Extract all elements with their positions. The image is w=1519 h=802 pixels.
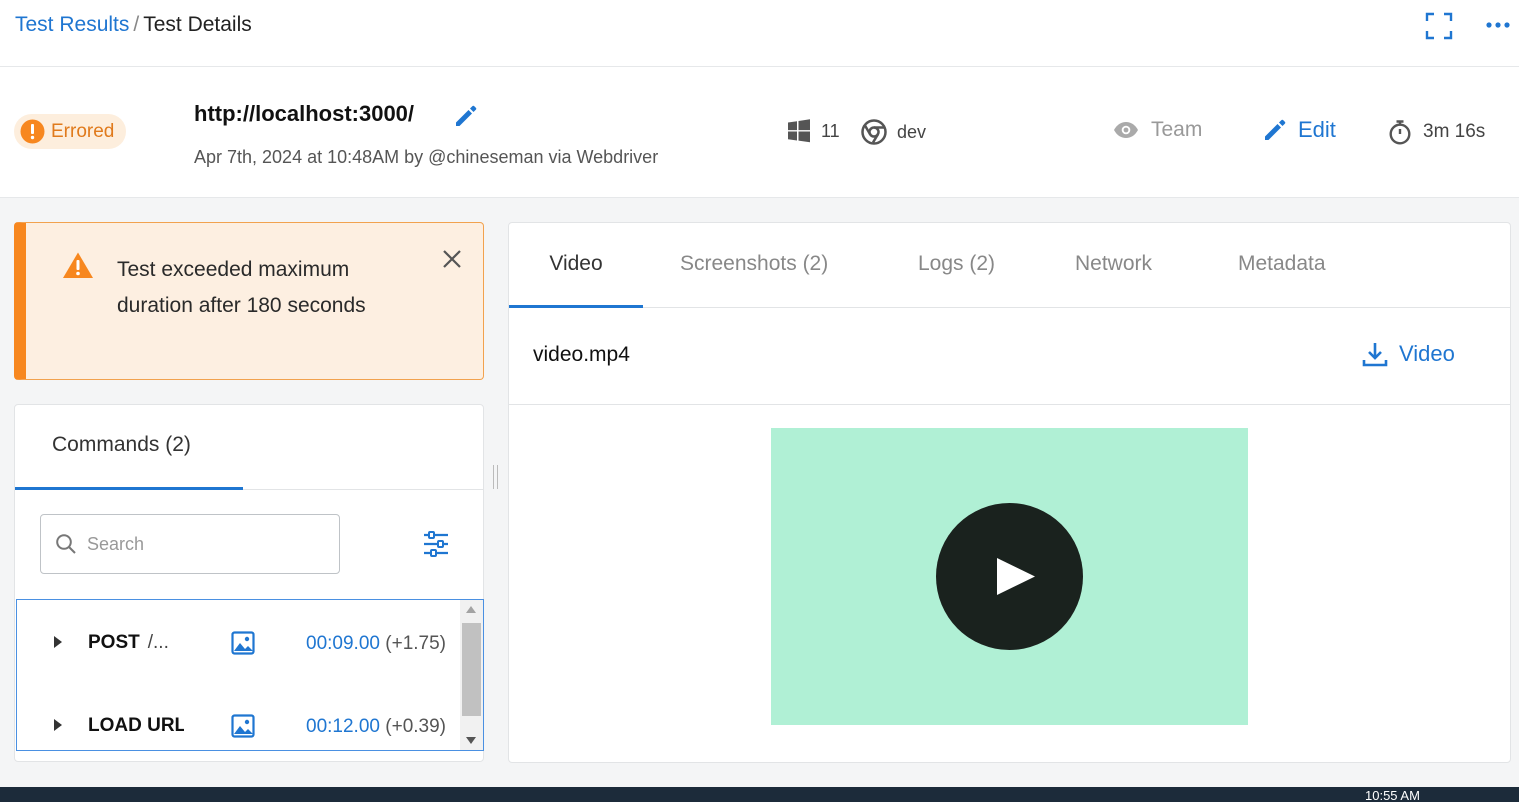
taskbar-clock: 10:55 AM (1365, 788, 1420, 802)
breadcrumb-separator: / (133, 13, 140, 36)
eye-icon (1114, 122, 1138, 138)
caret-right-icon[interactable] (53, 635, 63, 649)
os-info: 11 (787, 119, 840, 143)
search-input[interactable] (87, 533, 317, 555)
duration-value: 3m 16s (1423, 121, 1486, 142)
breadcrumb-test-results-link[interactable]: Test Results (15, 13, 129, 36)
command-timestamp[interactable]: 00:12.00 (306, 716, 380, 737)
scroll-down-arrow[interactable] (466, 737, 476, 744)
test-meta: Apr 7th, 2024 at 10:48AM by @chineseman … (194, 147, 659, 167)
edit-button[interactable]: Edit (1262, 117, 1336, 143)
error-icon (20, 119, 45, 144)
command-delta: (+1.75) (385, 633, 446, 654)
breadcrumb-bar: Test Results / Test Details (0, 0, 1519, 67)
tab-metadata[interactable]: Metadata (1238, 223, 1326, 308)
command-row[interactable]: LOAD URL 00:12.00 (+0.39) (17, 706, 461, 746)
command-path: /... (147, 632, 169, 653)
video-player[interactable] (771, 428, 1248, 725)
test-url: http://localhost:3000/ (194, 101, 415, 126)
test-duration: 3m 16s (1387, 119, 1485, 145)
command-row[interactable]: POST /... 00:09.00 (+1.75) (17, 623, 461, 663)
play-button[interactable] (936, 503, 1083, 650)
panel-resize-handle[interactable] (492, 465, 500, 489)
play-icon (997, 558, 1035, 595)
tab-screenshots[interactable]: Screenshots (2) (680, 223, 828, 308)
command-delta: (+0.39) (385, 716, 446, 737)
alert-message: Test exceeded maximum duration after 180… (117, 258, 366, 317)
command-time: 00:12.00 (+0.39) (306, 716, 446, 738)
command-method: POST (88, 632, 140, 653)
command-name: LOAD URL (88, 715, 184, 737)
browser-info: dev (861, 119, 926, 145)
video-filename: video.mp4 (533, 343, 630, 366)
tab-logs[interactable]: Logs (2) (918, 223, 995, 308)
test-header: Errored http://localhost:3000/ Apr 7th, … (0, 67, 1519, 198)
screenshot-icon[interactable] (231, 714, 255, 738)
tab-network[interactable]: Network (1075, 223, 1152, 308)
media-panel: Video Screenshots (2) Logs (2) Network M… (508, 222, 1511, 763)
chrome-icon (861, 119, 887, 145)
screenshot-icon[interactable] (231, 631, 255, 655)
media-tabbar: Video Screenshots (2) Logs (2) Network M… (509, 223, 1510, 308)
breadcrumb-current: Test Details (143, 13, 252, 36)
status-badge: Errored (14, 114, 127, 149)
os-taskbar: 10:55 AM (0, 787, 1519, 802)
scroll-up-arrow[interactable] (466, 606, 476, 613)
command-list: POST /... 00:09.00 (+1.75) LOAD URL 00:12… (16, 599, 484, 751)
command-name: POST /... (88, 632, 169, 654)
edit-name-pencil-icon[interactable] (453, 103, 479, 129)
pencil-icon (1265, 119, 1286, 140)
video-file-bar: video.mp4 Video (509, 308, 1510, 405)
visibility-label: Team (1151, 118, 1203, 141)
windows-icon (788, 119, 810, 143)
os-version: 11 (821, 120, 840, 141)
browser-version: dev (897, 121, 927, 142)
commands-panel: Commands (2) POST /... 00:09.00 (+1.75) L… (14, 404, 484, 762)
scrollbar-thumb[interactable] (462, 623, 481, 716)
fullscreen-icon[interactable] (1424, 11, 1454, 41)
download-video-button[interactable]: Video (1362, 341, 1455, 367)
tab-video[interactable]: Video (509, 223, 643, 308)
caret-right-icon[interactable] (53, 718, 63, 732)
command-time: 00:09.00 (+1.75) (306, 633, 446, 655)
close-icon[interactable] (441, 248, 463, 270)
command-timestamp[interactable]: 00:09.00 (306, 633, 380, 654)
download-icon (1362, 343, 1388, 367)
edit-label: Edit (1298, 117, 1336, 142)
status-label: Errored (51, 120, 115, 142)
download-label: Video (1399, 341, 1455, 366)
command-search[interactable] (40, 514, 340, 574)
filter-sliders-icon[interactable] (422, 530, 450, 558)
commands-tabbar: Commands (2) (15, 405, 483, 490)
search-icon (56, 534, 76, 554)
tab-commands[interactable]: Commands (2) (15, 405, 243, 490)
warning-icon (63, 252, 93, 278)
breadcrumb: Test Results / Test Details (15, 12, 252, 38)
timeout-alert: Test exceeded maximum duration after 180… (14, 222, 484, 380)
command-method: LOAD URL (88, 715, 184, 736)
more-options-icon[interactable] (1484, 11, 1514, 41)
command-list-scrollbar[interactable] (460, 600, 483, 750)
visibility-team[interactable]: Team (1113, 118, 1202, 142)
stopwatch-icon (1389, 120, 1411, 145)
